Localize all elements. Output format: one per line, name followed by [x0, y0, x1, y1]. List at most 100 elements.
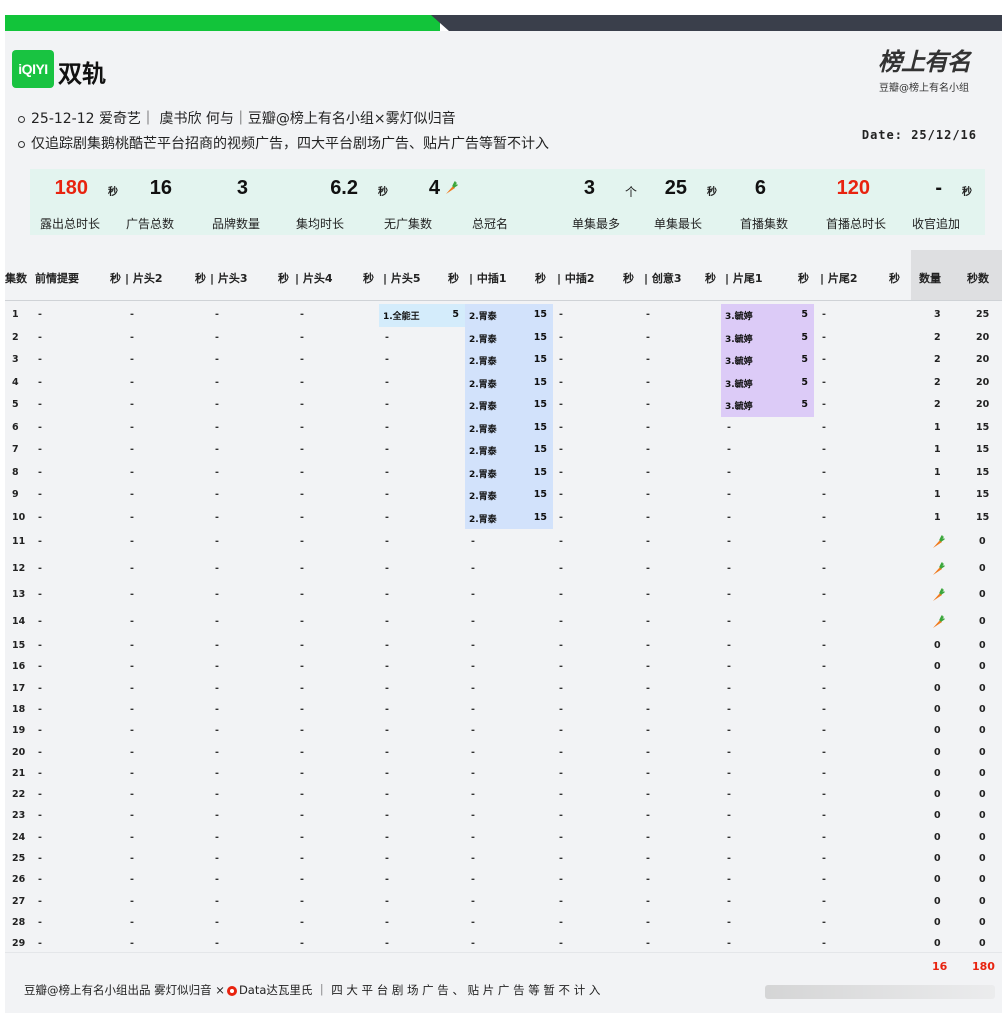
ad-brand: 2.胃泰 — [469, 357, 497, 367]
episode-number: 1 — [12, 309, 19, 320]
empty-slot: - — [215, 354, 219, 365]
empty-slot: - — [471, 916, 475, 928]
empty-slot: - — [385, 511, 389, 523]
col-slot: | 片头5 — [383, 272, 421, 285]
ad-brand: 2.胃泰 — [469, 447, 497, 457]
empty-slot: - — [646, 661, 650, 673]
empty-slot: - — [38, 489, 42, 500]
empty-slot: - — [471, 589, 475, 600]
ad-count: 0 — [934, 853, 941, 864]
table-row: 2- - - - -2.胃泰 15- -3.毓婷 5-2 20 — [5, 326, 1002, 349]
footer-credit: 豆瓣@榜上有名小组出品 雾灯似归音 × Data达瓦里氏 ｜ 四 大 平 台 剧 … — [24, 982, 600, 998]
empty-slot: - — [646, 466, 650, 478]
empty-slot: - — [38, 853, 42, 864]
table-row: 20- - - - - - - - - -0 0 — [5, 742, 1002, 763]
ad-seconds-total: 0 — [979, 938, 986, 950]
episode-number: 4 — [12, 376, 19, 388]
ad-seconds-total: 0 — [979, 789, 986, 801]
episode-number: 24 — [12, 831, 26, 843]
empty-slot: - — [385, 874, 389, 886]
empty-slot: - — [646, 682, 650, 694]
empty-slot: - — [559, 354, 563, 365]
ad-brand: 3.毓婷 — [725, 312, 753, 322]
empty-slot: - — [646, 640, 650, 651]
empty-slot: - — [559, 853, 563, 864]
empty-slot: - — [646, 331, 650, 343]
empty-slot: - — [130, 682, 134, 694]
empty-slot: - — [559, 640, 563, 651]
ad-count: 0 — [934, 810, 941, 822]
ad-seconds-total: 0 — [979, 725, 986, 737]
empty-slot: - — [822, 489, 826, 500]
empty-slot: - — [471, 536, 475, 547]
ad-seconds-total: 20 — [976, 331, 990, 343]
empty-slot: - — [559, 703, 563, 715]
empty-slot: - — [215, 421, 219, 433]
ad-count: 1 — [934, 444, 941, 455]
empty-slot: - — [130, 831, 134, 843]
empty-slot: - — [130, 874, 134, 886]
total-count: 16 — [932, 960, 948, 973]
empty-slot: - — [471, 562, 475, 574]
ad-seconds: 15 — [533, 489, 547, 500]
empty-slot: - — [646, 853, 650, 864]
bullet-icon — [18, 140, 25, 148]
empty-slot: - — [471, 746, 475, 758]
info-text-2: 仅追踪剧集鹅桃酷芒平台招商的视频广告，四大平台剧场广告、贴片广告等暂不计入 — [31, 136, 549, 152]
empty-slot: - — [822, 354, 826, 365]
page-title: 双轨 — [58, 60, 106, 88]
table-row: 5 - - - - - 2.胃泰 15 - - 3.毓婷 5 - 2 20 — [5, 394, 1002, 417]
empty-slot: - — [215, 661, 219, 673]
empty-slot: - — [38, 331, 42, 343]
ad-brand: 3.毓婷 — [725, 357, 753, 367]
episode-number: 3 — [12, 354, 19, 365]
empty-slot: - — [215, 682, 219, 694]
empty-slot: - — [822, 421, 826, 433]
empty-slot: - — [646, 536, 650, 547]
weibo-icon — [226, 985, 237, 996]
ad-seconds-total: 20 — [976, 376, 990, 388]
empty-slot: - — [38, 399, 42, 410]
empty-slot: - — [300, 376, 304, 388]
empty-slot: - — [559, 511, 563, 523]
empty-slot: - — [822, 562, 826, 574]
ad-brand: 3.毓婷 — [725, 379, 753, 390]
empty-slot: - — [38, 789, 42, 801]
empty-slot: - — [822, 309, 826, 320]
ad-seconds-total: 0 — [979, 536, 986, 547]
col-slot-seconds: 秒 — [110, 272, 121, 285]
ad-seconds: 15 — [533, 511, 547, 523]
ad-cell: 3.毓婷 5 — [721, 349, 814, 372]
empty-slot: - — [471, 615, 475, 627]
empty-slot: - — [385, 789, 389, 801]
col-slot-seconds: 秒 — [798, 272, 809, 285]
empty-slot: - — [727, 589, 731, 600]
ad-seconds-total: 0 — [979, 615, 986, 627]
empty-slot: - — [38, 421, 42, 433]
ad-count: 0 — [934, 703, 941, 715]
empty-slot: - — [300, 421, 304, 433]
empty-slot: - — [215, 725, 219, 737]
empty-slot: - — [646, 562, 650, 574]
empty-slot: - — [559, 589, 563, 600]
table-row: 24- - - - - - - - - -0 0 — [5, 827, 1002, 848]
empty-slot: - — [559, 309, 563, 320]
empty-slot: - — [130, 746, 134, 758]
empty-slot: - — [215, 331, 219, 343]
ad-count: 0 — [934, 916, 941, 928]
col-slot-seconds: 秒 — [535, 272, 546, 285]
empty-slot: - — [385, 725, 389, 737]
ad-cell: 2.胃泰 15 — [465, 461, 553, 484]
empty-slot: - — [215, 789, 219, 801]
empty-slot: - — [646, 916, 650, 928]
empty-slot: - — [385, 376, 389, 388]
empty-slot: - — [130, 399, 134, 410]
episode-number: 27 — [12, 895, 26, 907]
empty-slot: - — [215, 615, 219, 627]
empty-slot: - — [559, 916, 563, 928]
empty-slot: - — [38, 511, 42, 523]
ad-count: 1 — [934, 466, 941, 478]
empty-slot: - — [559, 725, 563, 737]
empty-slot: - — [471, 640, 475, 651]
empty-slot: - — [300, 895, 304, 907]
